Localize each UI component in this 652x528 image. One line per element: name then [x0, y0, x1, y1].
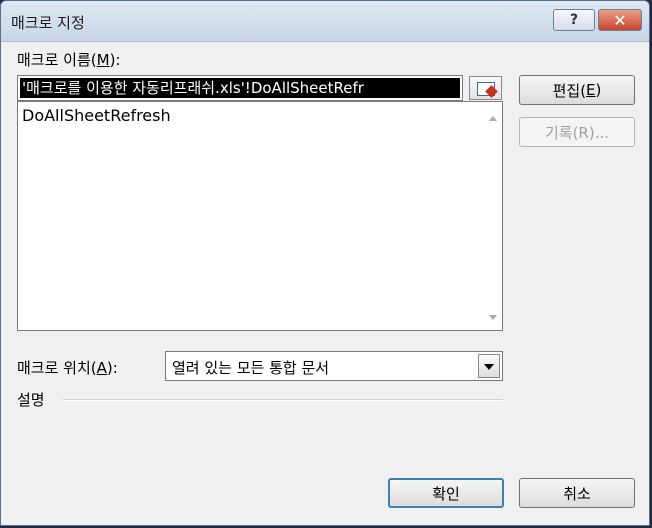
ok-button[interactable]: 확인 [388, 478, 504, 508]
macro-name-input[interactable]: '매크로를 이용한 자동리프래쉬.xls'!DoAllSheetRefr [17, 75, 463, 101]
macro-name-value: '매크로를 이용한 자동리프래쉬.xls'!DoAllSheetRefr [20, 78, 460, 98]
macro-location-value: 열려 있는 모든 통합 문서 [172, 359, 330, 377]
scroll-down-icon[interactable] [489, 315, 497, 320]
macro-list[interactable]: DoAllSheetRefresh [17, 101, 503, 331]
macro-location-select[interactable]: 열려 있는 모든 통합 문서 [165, 351, 503, 381]
edit-button[interactable]: 편집(E) [519, 75, 635, 105]
macro-dialog: 매크로 지정 ? ✕ 매크로 이름(M): '매크로를 이용한 자동리프래쉬.x… [0, 0, 650, 526]
cancel-button[interactable]: 취소 [519, 478, 635, 508]
chevron-down-icon[interactable] [478, 354, 500, 378]
title-bar: 매크로 지정 ? ✕ [1, 1, 649, 42]
range-picker-button[interactable] [469, 76, 502, 100]
description-divider [63, 399, 503, 401]
list-item[interactable]: DoAllSheetRefresh [22, 106, 171, 125]
close-button[interactable]: ✕ [598, 9, 642, 31]
macro-location-label: 매크로 위치(A): [17, 359, 118, 377]
scroll-up-icon[interactable] [489, 116, 497, 121]
description-label: 설명 [17, 391, 45, 409]
help-button[interactable]: ? [553, 9, 595, 31]
record-button[interactable]: 기록(R)... [519, 117, 635, 147]
help-icon: ? [569, 12, 579, 28]
close-icon: ✕ [613, 10, 627, 30]
list-scrollbar[interactable] [484, 102, 502, 330]
macro-name-label: 매크로 이름(M): [17, 51, 121, 69]
dialog-title: 매크로 지정 [11, 14, 85, 32]
